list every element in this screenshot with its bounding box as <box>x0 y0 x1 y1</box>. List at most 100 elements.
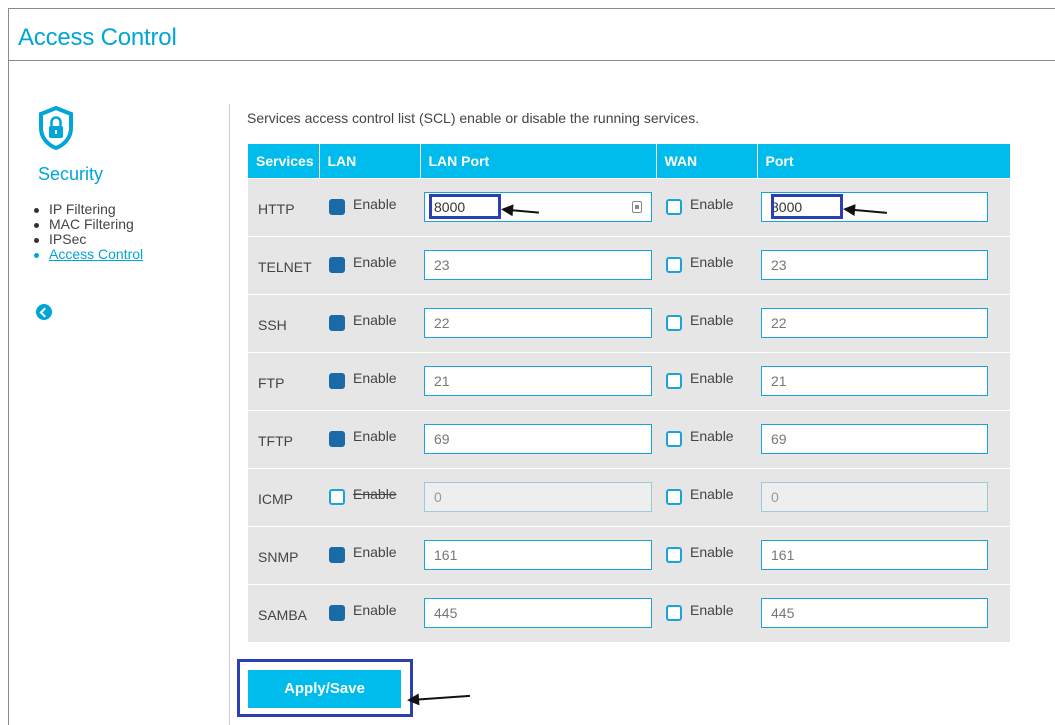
back-arrow-icon[interactable] <box>36 304 52 320</box>
table-row: FTP Enable 21 Enable 21 <box>248 351 1010 410</box>
lan-enable-cell: Enable <box>319 583 420 642</box>
lan-enable-label: Enable <box>353 370 397 386</box>
lan-port-cell: 23 <box>420 235 656 294</box>
lan-enable-label: Enable <box>353 544 397 560</box>
wan-enable-checkbox[interactable] <box>666 199 682 215</box>
lan-enable-checkbox[interactable] <box>329 315 345 331</box>
wan-enable-cell: Enable <box>656 351 757 410</box>
table-row: TFTP Enable 69 Enable 69 <box>248 409 1010 468</box>
wan-port-cell: 0 <box>757 467 1010 526</box>
service-name: TELNET <box>248 235 319 294</box>
service-name: HTTP <box>248 177 319 236</box>
wan-port-value: 445 <box>771 605 795 622</box>
table-body: HTTP Enable 8000 Enable 8000 TELNET Enable 23 En… <box>248 177 1010 642</box>
lan-port-highlight <box>429 194 501 219</box>
lan-port-value: 23 <box>434 257 450 273</box>
sidebar-item-mac-filtering[interactable]: MAC Filtering <box>33 217 143 232</box>
wan-port-input[interactable]: 21 <box>761 366 988 396</box>
wan-port-input[interactable]: 22 <box>761 308 988 338</box>
wan-enable-checkbox[interactable] <box>666 373 682 389</box>
wan-enable-checkbox[interactable] <box>666 547 682 563</box>
lan-enable-cell: Enable <box>319 525 420 584</box>
content-divider <box>229 104 230 725</box>
lan-enable-label: Enable <box>353 486 397 502</box>
lan-port-value: 445 <box>434 605 458 622</box>
service-name: SSH <box>248 293 319 352</box>
wan-port-value: 22 <box>771 315 787 331</box>
wan-port-input[interactable]: 23 <box>761 250 988 280</box>
wan-port-cell: 445 <box>757 583 1010 642</box>
wan-port-cell: 21 <box>757 351 1010 410</box>
wan-port-cell: 22 <box>757 293 1010 352</box>
lan-port-cell: 22 <box>420 293 656 352</box>
lan-enable-cell: Enable <box>319 235 420 294</box>
wan-enable-cell: Enable <box>656 235 757 294</box>
lan-enable-label: Enable <box>353 312 397 328</box>
wan-port-cell: 161 <box>757 525 1010 584</box>
lan-port-input[interactable]: 22 <box>424 308 652 338</box>
lan-enable-checkbox[interactable] <box>329 257 345 273</box>
wan-enable-label: Enable <box>690 370 734 386</box>
wan-port-cell: 23 <box>757 235 1010 294</box>
column-header-wan: WAN <box>656 144 758 178</box>
wan-enable-checkbox[interactable] <box>666 489 682 505</box>
wan-port-highlight <box>771 194 843 219</box>
lan-port-input: 0 <box>424 482 652 512</box>
lan-enable-cell: Enable <box>319 351 420 410</box>
lan-enable-checkbox[interactable] <box>329 199 345 215</box>
wan-enable-label: Enable <box>690 312 734 328</box>
lan-port-cell: 161 <box>420 525 656 584</box>
security-shield-icon <box>39 106 73 150</box>
wan-port-input: 0 <box>761 482 988 512</box>
wan-port-input[interactable]: 445 <box>761 598 988 629</box>
sidebar-item-ipsec[interactable]: IPSec <box>33 232 143 247</box>
wan-enable-cell: Enable <box>656 525 757 584</box>
lan-enable-label: Enable <box>353 196 397 212</box>
lan-enable-checkbox[interactable] <box>329 489 345 505</box>
wan-port-value: 0 <box>771 489 779 505</box>
lan-enable-cell: Enable <box>319 409 420 468</box>
lan-enable-cell: Enable <box>319 467 420 526</box>
wan-enable-checkbox[interactable] <box>666 315 682 331</box>
wan-enable-cell: Enable <box>656 293 757 352</box>
lan-enable-checkbox[interactable] <box>329 605 345 622</box>
wan-enable-cell: Enable <box>656 467 757 526</box>
lan-port-input[interactable]: 161 <box>424 540 652 570</box>
wan-port-input[interactable]: 161 <box>761 540 988 570</box>
wan-port-value: 21 <box>771 373 787 389</box>
sidebar-item-access-control[interactable]: Access Control <box>33 247 143 262</box>
lan-port-input[interactable]: 21 <box>424 366 652 396</box>
wan-enable-checkbox[interactable] <box>666 605 682 622</box>
title-divider <box>8 60 1055 61</box>
wan-enable-checkbox[interactable] <box>666 257 682 273</box>
table-header-row: Services LAN LAN Port WAN Port <box>248 144 1010 178</box>
sidebar-item-ip-filtering[interactable]: IP Filtering <box>33 202 143 217</box>
lan-enable-checkbox[interactable] <box>329 547 345 563</box>
lan-enable-cell: Enable <box>319 293 420 352</box>
wan-enable-label: Enable <box>690 544 734 560</box>
lan-enable-checkbox[interactable] <box>329 373 345 389</box>
autofill-icon[interactable] <box>632 201 642 213</box>
wan-port-input[interactable]: 69 <box>761 424 988 454</box>
lan-enable-label: Enable <box>353 602 397 619</box>
wan-port-cell: 69 <box>757 409 1010 468</box>
lan-port-input[interactable]: 69 <box>424 424 652 454</box>
lan-enable-label: Enable <box>353 428 397 444</box>
lan-port-input[interactable]: 445 <box>424 598 652 629</box>
wan-port-value: 23 <box>771 257 787 273</box>
lan-port-input[interactable]: 23 <box>424 250 652 280</box>
table-row: TELNET Enable 23 Enable 23 <box>248 235 1010 294</box>
lan-port-value: 0 <box>434 489 442 505</box>
wan-enable-label: Enable <box>690 428 734 444</box>
apply-save-button[interactable]: Apply/Save <box>248 670 401 708</box>
lan-enable-checkbox[interactable] <box>329 431 345 447</box>
wan-enable-cell: Enable <box>656 409 757 468</box>
table-row: SAMBA Enable 445 Enable 445 <box>248 583 1010 642</box>
column-header-lan: LAN <box>319 144 421 178</box>
wan-enable-checkbox[interactable] <box>666 431 682 447</box>
sidebar-item-label: Access Control <box>49 246 144 262</box>
lan-enable-cell: Enable <box>319 177 420 236</box>
service-name: ICMP <box>248 467 319 526</box>
table-row: SNMP Enable 161 Enable 161 <box>248 525 1010 584</box>
wan-enable-cell: Enable <box>656 583 757 642</box>
